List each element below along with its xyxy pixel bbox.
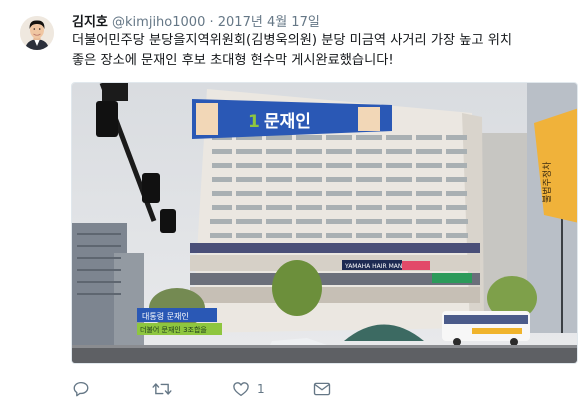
reply-icon <box>73 381 89 397</box>
tweet-actions: 1 <box>72 379 372 399</box>
heart-icon <box>233 382 249 397</box>
banner-number: 1 <box>248 112 260 132</box>
tweet-date[interactable]: 2017년 4월 17일 <box>218 15 320 30</box>
tweet-photo[interactable]: 1 문재인 YAMAHA HAIR MAN 대통령 문재인 더불어 문재인 3조… <box>71 82 578 364</box>
author-handle[interactable]: @kimjiho1000 <box>112 15 205 30</box>
side-sign: 불법주정차 <box>541 161 553 203</box>
envelope-icon <box>313 382 331 396</box>
retweet-button[interactable] <box>152 379 172 399</box>
tweet-text: 더불어민주당 분당을지역위원회(김병욱의원) 분당 미금역 사거리 가장 높고 … <box>72 31 577 71</box>
like-count: 1 <box>257 382 265 396</box>
tweet-header: 김지호 @kimjiho1000 · 2017년 4월 17일 <box>72 11 320 30</box>
reply-button[interactable] <box>72 379 90 399</box>
retweet-icon <box>152 383 172 395</box>
shop-sign: YAMAHA HAIR MAN <box>344 263 402 270</box>
avatar-image <box>20 16 54 50</box>
small-banner-2: 더불어 문재인 3조합을 <box>140 325 207 334</box>
small-banner-1: 대통령 문재인 <box>142 311 189 321</box>
author-name[interactable]: 김지호 <box>72 15 108 30</box>
message-button[interactable] <box>313 379 331 399</box>
building-banner-photo: 1 문재인 YAMAHA HAIR MAN 대통령 문재인 더불어 문재인 3조… <box>72 83 577 363</box>
tweet: 김지호 @kimjiho1000 · 2017년 4월 17일 더불어민주당 분… <box>0 0 588 408</box>
banner-name: 문재인 <box>264 112 311 132</box>
tweet-text-line-2: 좋은 장소에 문재인 후보 초대형 현수막 게시완료했습니다! <box>72 53 394 68</box>
like-button[interactable]: 1 <box>232 379 265 399</box>
avatar[interactable] <box>20 16 54 50</box>
tweet-text-line-1: 더불어민주당 분당을지역위원회(김병욱의원) 분당 미금역 사거리 가장 높고 … <box>72 33 513 48</box>
separator-dot: · <box>209 15 214 30</box>
